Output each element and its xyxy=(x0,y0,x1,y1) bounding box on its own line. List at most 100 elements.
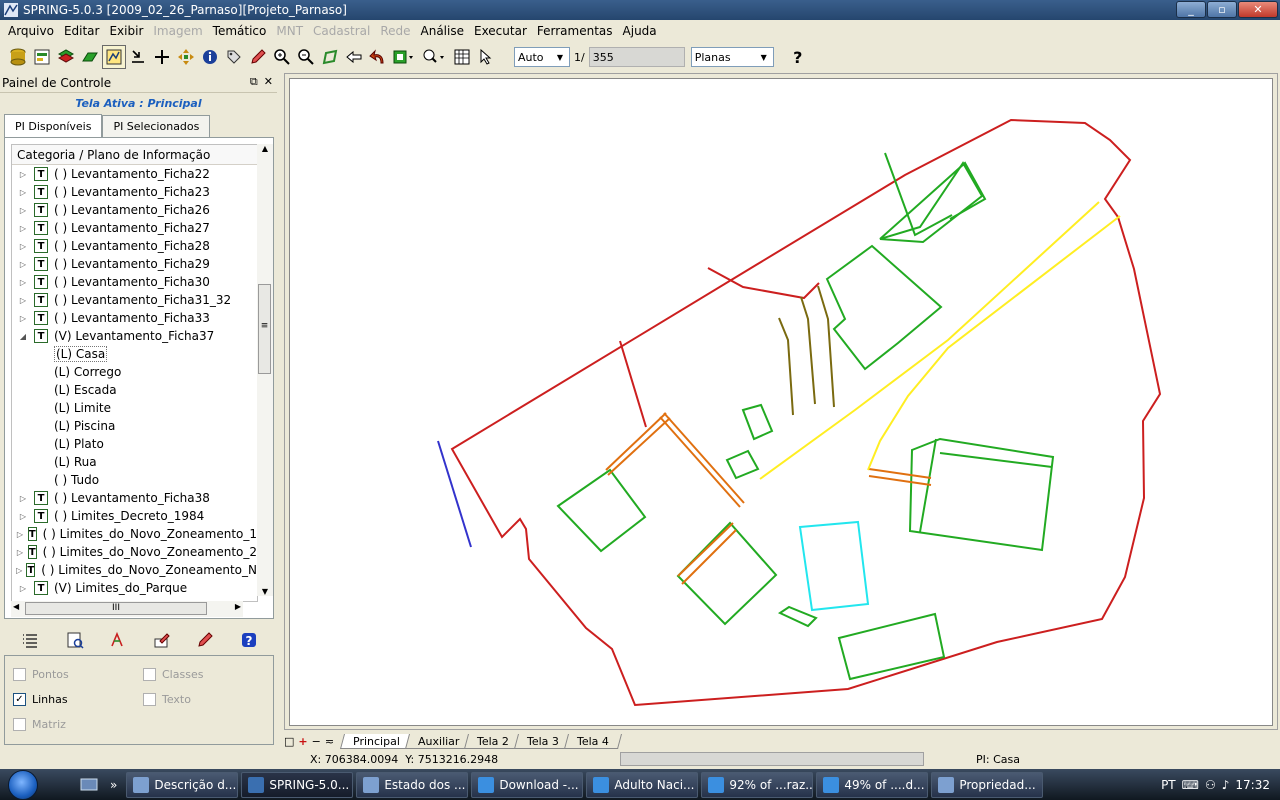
scroll-right-icon[interactable]: ▶ xyxy=(235,602,241,611)
pointer-icon[interactable] xyxy=(474,45,498,69)
scroll-down-icon[interactable]: ▼ xyxy=(257,587,273,596)
remove-screen-icon[interactable]: − xyxy=(312,735,321,748)
tree-vertical-scrollbar[interactable]: ▲ ≡ ▼ xyxy=(257,144,273,596)
menu-arquivo[interactable]: Arquivo xyxy=(3,24,59,38)
expand-arrow-icon[interactable]: ▷ xyxy=(16,224,30,233)
help-panel-icon[interactable]: ? xyxy=(238,629,260,651)
menu-mnt[interactable]: MNT xyxy=(271,24,308,38)
tree-layer-item[interactable]: ( ) Tudo xyxy=(12,471,257,489)
taskbar-item[interactable]: Descrição d... xyxy=(126,771,239,798)
expand-arrow-icon[interactable]: ▷ xyxy=(16,242,30,251)
map-canvas[interactable] xyxy=(289,78,1273,726)
query-icon[interactable] xyxy=(420,45,450,69)
layers-icon[interactable] xyxy=(54,45,78,69)
project-icon[interactable] xyxy=(30,45,54,69)
expand-arrow-icon[interactable]: ▷ xyxy=(16,566,22,575)
tab-auxiliar[interactable]: Auxiliar xyxy=(404,733,473,749)
close-panel-icon[interactable]: ✕ xyxy=(264,75,273,89)
checkbox-classes[interactable] xyxy=(143,668,156,681)
tab-pi-selecionados[interactable]: PI Selecionados xyxy=(102,115,211,137)
taskbar-item[interactable]: Propriedad... xyxy=(931,771,1044,798)
tree-plan-item[interactable]: ▷ T ( ) Levantamento_Ficha38 xyxy=(12,489,257,507)
zoom-out-icon[interactable] xyxy=(294,45,318,69)
tree-plan-item[interactable]: ▷ T ( ) Levantamento_Ficha30 xyxy=(12,273,257,291)
check-classes[interactable]: Classes xyxy=(143,668,203,681)
collapse-arrow-icon[interactable]: ◢ xyxy=(16,332,30,341)
tree-plan-item[interactable]: ▷ T ( ) Limites_Decreto_1984 xyxy=(12,507,257,525)
tree-layer-item[interactable]: (L) Casa xyxy=(12,345,257,363)
scroll-up-icon[interactable]: ▲ xyxy=(257,144,273,158)
window-icon[interactable]: □ xyxy=(284,735,294,748)
expand-arrow-icon[interactable]: ▷ xyxy=(16,494,30,503)
draw-screen-icon[interactable] xyxy=(102,45,126,69)
tab-tela-4[interactable]: Tela 4 xyxy=(564,733,623,749)
tree-plan-item[interactable]: ▷ T ( ) Levantamento_Ficha29 xyxy=(12,255,257,273)
scale-input[interactable]: 355 xyxy=(588,47,685,67)
expand-arrow-icon[interactable]: ▷ xyxy=(16,206,30,215)
check-matriz[interactable]: Matriz xyxy=(13,718,66,731)
checkbox-pontos[interactable] xyxy=(13,668,26,681)
tree-plan-item[interactable]: ▷ T ( ) Levantamento_Ficha26 xyxy=(12,201,257,219)
menu-imagem[interactable]: Imagem xyxy=(148,24,207,38)
scroll-thumb[interactable]: ≡ xyxy=(258,284,271,374)
show-desktop-icon[interactable] xyxy=(80,775,104,795)
hscroll-thumb[interactable]: III xyxy=(25,602,207,615)
scroll-left-icon[interactable]: ◀ xyxy=(13,602,19,611)
start-button[interactable] xyxy=(0,769,46,800)
expand-arrow-icon[interactable]: ▷ xyxy=(16,278,30,287)
quick-launch-more[interactable]: » xyxy=(110,778,117,792)
checkbox-texto[interactable] xyxy=(143,693,156,706)
tree-plan-item[interactable]: ▷ T ( ) Levantamento_Ficha33 xyxy=(12,309,257,327)
tree-layer-item[interactable]: (L) Limite xyxy=(12,399,257,417)
tree-layer-item[interactable]: (L) Piscina xyxy=(12,417,257,435)
menu-analise[interactable]: Análise xyxy=(416,24,469,38)
expand-arrow-icon[interactable]: ▷ xyxy=(16,296,30,305)
add-screen-icon[interactable]: + xyxy=(298,735,307,748)
menu-editar[interactable]: Editar xyxy=(59,24,105,38)
check-texto[interactable]: Texto xyxy=(143,693,191,706)
color-tool-icon[interactable] xyxy=(390,45,420,69)
expand-arrow-icon[interactable]: ▷ xyxy=(16,584,30,593)
tag-icon[interactable] xyxy=(222,45,246,69)
expand-arrow-icon[interactable]: ▷ xyxy=(16,548,24,557)
expand-arrow-icon[interactable]: ▷ xyxy=(16,188,30,197)
expand-arrow-icon[interactable]: ▷ xyxy=(16,260,30,269)
tile-screen-icon[interactable]: ≂ xyxy=(325,735,334,748)
taskbar-item[interactable]: Estado dos ... xyxy=(356,771,469,798)
tree-plan-item[interactable]: ▷ T ( ) Levantamento_Ficha23 xyxy=(12,183,257,201)
tree-plan-item[interactable]: ▷ T ( ) Limites_do_Novo_Zoneamento_1 xyxy=(12,525,257,543)
scale-mode-select[interactable]: Auto ▼ xyxy=(514,47,570,67)
properties-icon[interactable] xyxy=(64,629,86,651)
tree-layer-item[interactable]: (L) Escada xyxy=(12,381,257,399)
pencil-edit-icon[interactable] xyxy=(194,629,216,651)
taskbar-item[interactable]: 49% of ....d... xyxy=(816,771,929,798)
menu-ferramentas[interactable]: Ferramentas xyxy=(532,24,618,38)
checkbox-linhas[interactable]: ✓ xyxy=(13,693,26,706)
zoom-area-icon[interactable] xyxy=(318,45,342,69)
taskbar-item[interactable]: SPRING-5.0... xyxy=(241,771,354,798)
tree-layer-item[interactable]: (L) Plato xyxy=(12,435,257,453)
tree-plan-item[interactable]: ▷ T ( ) Levantamento_Ficha27 xyxy=(12,219,257,237)
tree-plan-item[interactable]: ▷ T ( ) Levantamento_Ficha22 xyxy=(12,165,257,183)
tree-plan-item[interactable]: ▷ T ( ) Levantamento_Ficha28 xyxy=(12,237,257,255)
close-button[interactable]: ✕ xyxy=(1238,1,1278,18)
edit-icon[interactable] xyxy=(151,629,173,651)
clock[interactable]: 17:32 xyxy=(1235,778,1270,792)
visual-icon[interactable] xyxy=(107,629,129,651)
projection-select[interactable]: Planas ▼ xyxy=(690,47,774,67)
expand-arrow-icon[interactable]: ▷ xyxy=(16,530,24,539)
check-linhas[interactable]: ✓ Linhas xyxy=(13,693,68,706)
selection-icon[interactable] xyxy=(126,45,150,69)
check-pontos[interactable]: Pontos xyxy=(13,668,69,681)
menu-cadastral[interactable]: Cadastral xyxy=(308,24,375,38)
network-icon[interactable]: ⚇ xyxy=(1205,778,1216,792)
tab-pi-disponiveis[interactable]: PI Disponíveis xyxy=(4,114,103,137)
minimize-button[interactable]: _ xyxy=(1176,1,1206,18)
maximize-button[interactable]: ▫ xyxy=(1207,1,1237,18)
menu-tematico[interactable]: Temático xyxy=(208,24,272,38)
checkbox-matriz[interactable] xyxy=(13,718,26,731)
pencil-icon[interactable] xyxy=(246,45,270,69)
menu-executar[interactable]: Executar xyxy=(469,24,532,38)
grid-icon[interactable] xyxy=(450,45,474,69)
menu-rede[interactable]: Rede xyxy=(375,24,415,38)
